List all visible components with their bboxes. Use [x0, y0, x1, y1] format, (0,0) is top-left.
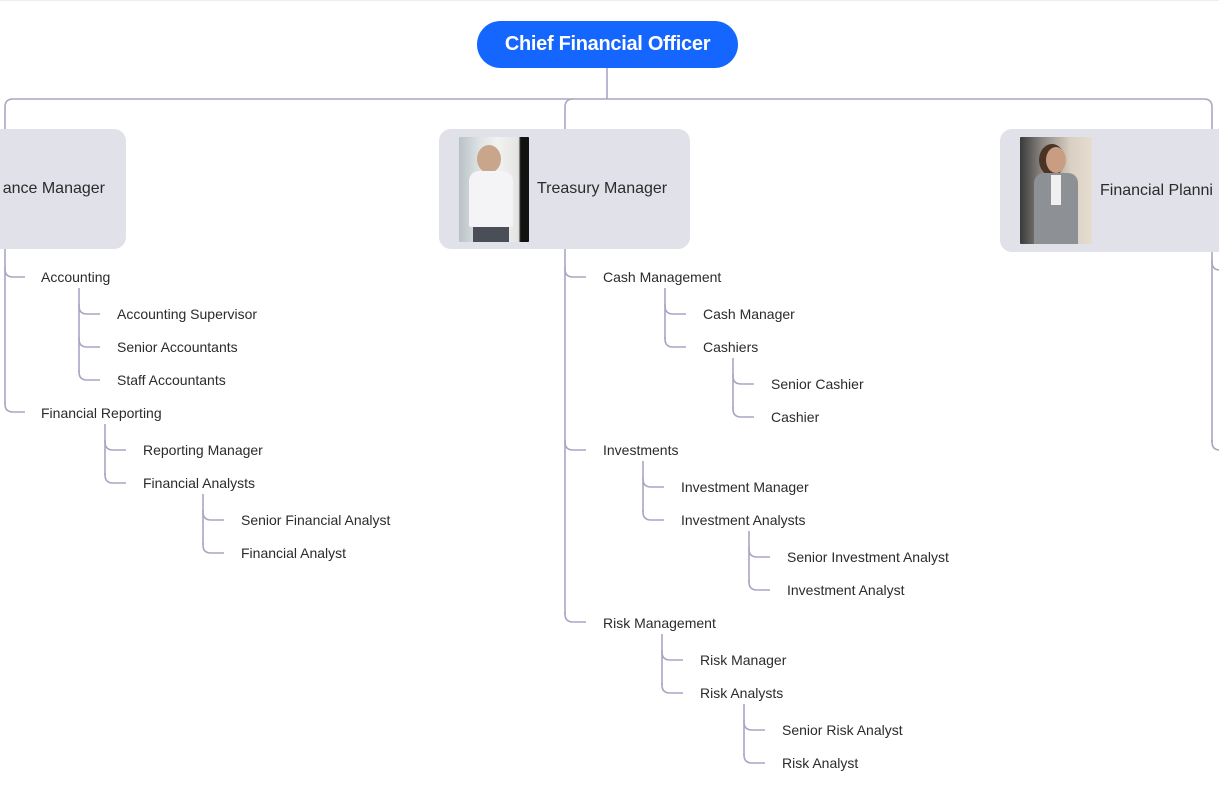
node-staff-accountants[interactable]: Staff Accountants [117, 371, 226, 389]
node-chief-financial-officer[interactable]: Chief Financial Officer [477, 21, 738, 68]
node-risk-analyst[interactable]: Risk Analyst [782, 754, 858, 772]
connector [564, 98, 574, 129]
connector [732, 407, 754, 418]
connector [661, 683, 683, 694]
node-label: Chief Financial Officer [504, 33, 711, 55]
connector [664, 337, 686, 348]
node-risk-management[interactable]: Risk Management [603, 614, 716, 632]
node-financial-analysts[interactable]: Financial Analysts [143, 474, 255, 492]
node-cashier[interactable]: Cashier [771, 408, 819, 426]
connector [78, 337, 100, 348]
connector [661, 650, 683, 661]
node-risk-manager[interactable]: Risk Manager [700, 651, 786, 669]
node-reporting-manager[interactable]: Reporting Manager [143, 441, 263, 459]
node-financial-planning[interactable]: Financial Planni [1000, 129, 1219, 252]
connector [78, 304, 100, 315]
node-finance-manager[interactable]: ance Manager [0, 129, 126, 249]
node-investment-manager[interactable]: Investment Manager [681, 478, 809, 496]
connector [202, 543, 224, 554]
connector [1211, 260, 1219, 271]
connector [748, 547, 770, 558]
node-cash-manager[interactable]: Cash Manager [703, 305, 795, 323]
node-label: ance Manager [2, 180, 105, 197]
connector [564, 612, 586, 623]
connector [4, 267, 25, 278]
connector [564, 440, 586, 451]
node-senior-investment-analyst[interactable]: Senior Investment Analyst [787, 548, 949, 566]
connector [4, 402, 25, 413]
connector [104, 473, 126, 484]
node-financial-reporting[interactable]: Financial Reporting [41, 404, 162, 422]
node-senior-risk-analyst[interactable]: Senior Risk Analyst [782, 721, 903, 739]
connector [1211, 440, 1219, 451]
node-risk-analysts[interactable]: Risk Analysts [700, 684, 783, 702]
node-financial-analyst[interactable]: Financial Analyst [241, 544, 346, 562]
connector [743, 753, 765, 764]
connector [642, 510, 664, 521]
node-label: Financial Planni [1100, 181, 1213, 199]
connector [564, 267, 586, 278]
connector [748, 580, 770, 591]
node-senior-cashier[interactable]: Senior Cashier [771, 375, 864, 393]
connector-lines [4, 68, 1219, 764]
man-portrait-photo [459, 137, 529, 242]
node-cash-management[interactable]: Cash Management [603, 268, 721, 286]
connector [4, 98, 1213, 129]
connector [104, 440, 126, 451]
node-senior-financial-analyst[interactable]: Senior Financial Analyst [241, 511, 390, 529]
node-cashiers[interactable]: Cashiers [703, 338, 758, 356]
woman-portrait-photo [1020, 137, 1092, 244]
node-accounting-supervisor[interactable]: Accounting Supervisor [117, 305, 257, 323]
node-investments[interactable]: Investments [603, 441, 678, 459]
connector [743, 720, 765, 731]
connector [642, 477, 664, 488]
connector [664, 304, 686, 315]
connector [732, 374, 754, 385]
connector [78, 370, 100, 381]
node-treasury-manager[interactable]: Treasury Manager [439, 129, 690, 249]
connector [202, 510, 224, 521]
node-accounting[interactable]: Accounting [41, 268, 110, 286]
node-investment-analysts[interactable]: Investment Analysts [681, 511, 806, 529]
node-label: Treasury Manager [537, 180, 668, 197]
node-investment-analyst[interactable]: Investment Analyst [787, 581, 905, 599]
node-senior-accountants[interactable]: Senior Accountants [117, 338, 238, 356]
